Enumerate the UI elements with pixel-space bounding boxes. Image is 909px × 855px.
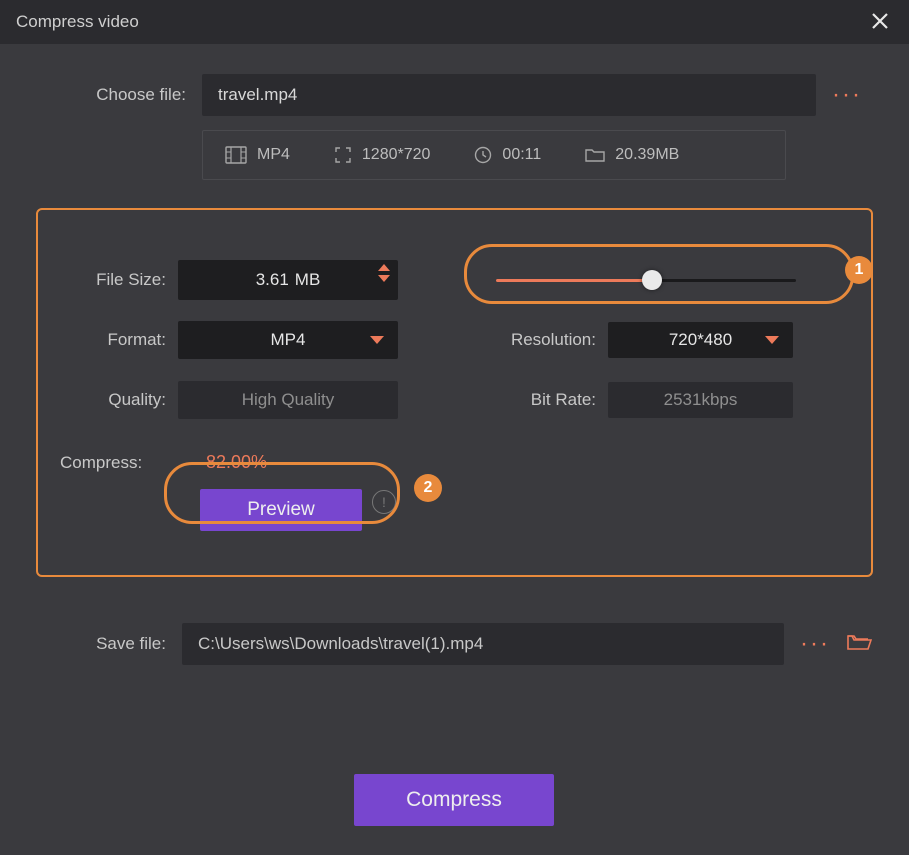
slider-thumb[interactable] — [642, 270, 662, 290]
choose-file-browse-button[interactable]: ··· — [816, 81, 862, 109]
callout-badge-2: 2 — [414, 474, 442, 502]
info-size-value: 20.39MB — [615, 146, 679, 164]
info-dimensions: 1280*720 — [312, 146, 453, 164]
close-button[interactable] — [865, 6, 895, 36]
format-value: MP4 — [271, 330, 306, 350]
choose-file-label: Choose file: — [36, 85, 202, 105]
chevron-down-icon — [765, 336, 779, 344]
choose-file-row: Choose file: travel.mp4 ··· — [36, 74, 873, 116]
resolution-label: Resolution: — [496, 330, 608, 350]
file-size-unit: MB — [295, 270, 321, 290]
size-slider[interactable] — [496, 265, 796, 295]
save-file-row: Save file: C:\Users\ws\Downloads\travel(… — [36, 623, 873, 665]
file-info-bar: MP4 1280*720 00:11 20.39MB — [202, 130, 786, 180]
format-dropdown[interactable]: MP4 — [178, 321, 398, 359]
info-duration: 00:11 — [452, 146, 563, 164]
bitrate-value: 2531kbps — [664, 390, 738, 410]
bitrate-label: Bit Rate: — [496, 390, 608, 410]
expand-icon — [334, 146, 352, 164]
close-icon — [870, 11, 890, 31]
file-size-up[interactable] — [378, 264, 390, 271]
folder-open-icon — [846, 632, 872, 652]
callout-preview — [164, 462, 400, 524]
compress-button[interactable]: Compress — [354, 774, 554, 826]
format-label: Format: — [66, 330, 178, 350]
clock-icon — [474, 146, 492, 164]
quality-value-box: High Quality — [178, 381, 398, 419]
info-format: MP4 — [203, 146, 312, 164]
quality-label: Quality: — [66, 390, 178, 410]
save-file-field[interactable]: C:\Users\ws\Downloads\travel(1).mp4 — [182, 623, 784, 665]
open-folder-button[interactable] — [846, 632, 872, 657]
save-file-browse-button[interactable]: ··· — [784, 630, 830, 658]
settings-panel: 1 2 File Size: 3.61 MB — [36, 208, 873, 577]
window-title: Compress video — [16, 12, 139, 32]
info-dimensions-value: 1280*720 — [362, 146, 431, 164]
slider-fill — [496, 279, 652, 282]
bitrate-value-box: 2531kbps — [608, 382, 793, 418]
compress-video-dialog: Compress video Choose file: travel.mp4 ·… — [0, 0, 909, 855]
file-size-label: File Size: — [66, 270, 178, 290]
choose-file-field[interactable]: travel.mp4 — [202, 74, 816, 116]
quality-value: High Quality — [242, 390, 335, 410]
compress-button-label: Compress — [406, 788, 502, 812]
resolution-value: 720*480 — [669, 330, 732, 350]
choose-file-value: travel.mp4 — [218, 85, 297, 105]
compress-ratio-label: Compress: — [60, 453, 170, 473]
file-size-value: 3.61 — [256, 270, 289, 290]
folder-icon — [585, 147, 605, 163]
resolution-dropdown[interactable]: 720*480 — [608, 322, 793, 358]
info-duration-value: 00:11 — [502, 146, 541, 164]
info-format-value: MP4 — [257, 146, 290, 164]
dialog-content: Choose file: travel.mp4 ··· MP4 1280*720 — [0, 44, 909, 665]
title-bar: Compress video — [0, 0, 909, 44]
file-size-input[interactable]: 3.61 MB — [178, 260, 398, 300]
file-size-down[interactable] — [378, 275, 390, 282]
info-size: 20.39MB — [563, 146, 701, 164]
save-file-value: C:\Users\ws\Downloads\travel(1).mp4 — [198, 634, 483, 654]
film-icon — [225, 146, 247, 164]
chevron-down-icon — [370, 336, 384, 344]
save-file-label: Save file: — [36, 634, 182, 654]
callout-badge-1: 1 — [845, 256, 873, 284]
